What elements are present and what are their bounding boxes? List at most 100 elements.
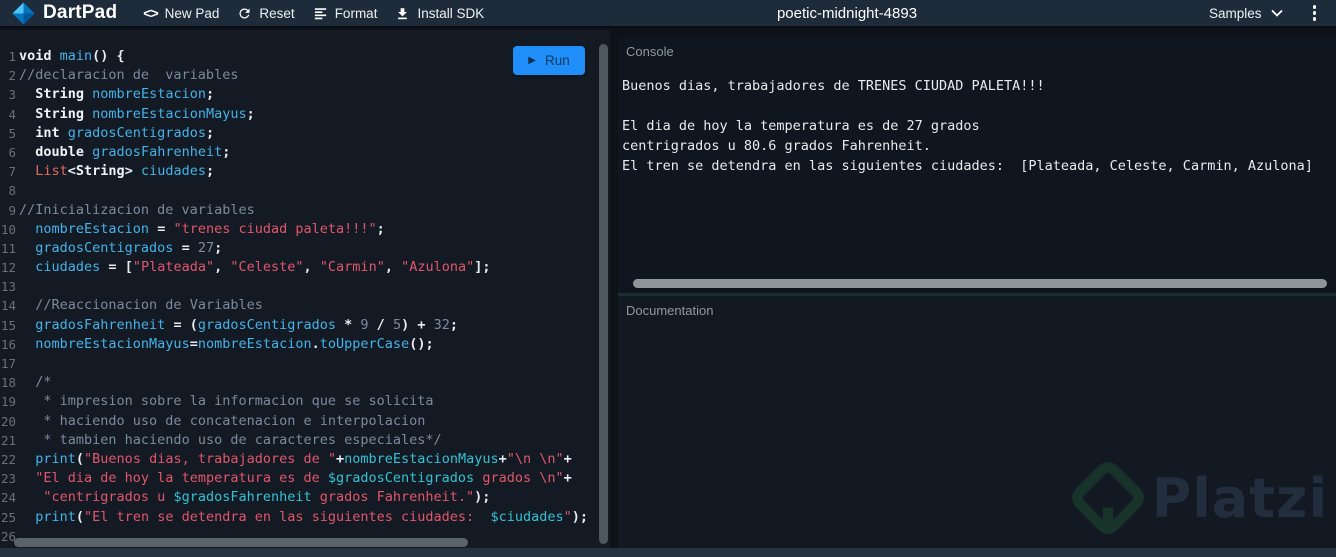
line-number: 7 bbox=[8, 164, 16, 180]
console-header: Console bbox=[626, 44, 674, 59]
line-number: 6 bbox=[8, 144, 16, 160]
kebab-dot bbox=[1312, 11, 1316, 15]
kebab-dot bbox=[1312, 5, 1316, 9]
line-number: 16 bbox=[0, 336, 16, 352]
code-text: //Reaccionacion de Variables bbox=[35, 297, 263, 314]
code-line: 23 "El dia de hoy la temperatura es de $… bbox=[0, 469, 610, 488]
format-align-icon bbox=[313, 6, 328, 21]
code-text: nombreEstacion = "trenes ciudad paleta!!… bbox=[35, 220, 385, 237]
code-line: 13 bbox=[0, 277, 610, 296]
platzi-logo-icon bbox=[1071, 462, 1144, 534]
line-number: 4 bbox=[8, 106, 16, 122]
code-line: 18 /* bbox=[0, 373, 610, 392]
code-line: 22 print("Buenos dias, trabajadores de "… bbox=[0, 450, 610, 469]
console-line: Buenos dias, trabajadores de TRENES CIUD… bbox=[622, 78, 1045, 94]
line-number: 11 bbox=[0, 240, 16, 256]
code-line: 15 gradosFahrenheit = (gradosCentigrados… bbox=[0, 316, 610, 335]
top-bar: DartPad <> New Pad Reset Format Install SDK … bbox=[0, 0, 1336, 28]
run-button[interactable]: ▶ Run bbox=[513, 46, 585, 75]
bottom-strip bbox=[0, 548, 1336, 557]
code-icon: <> bbox=[143, 5, 158, 21]
code-line: 4 String nombreEstacionMayus; bbox=[0, 105, 610, 124]
dartpad-logo-icon bbox=[12, 1, 35, 25]
line-number: 15 bbox=[0, 317, 16, 333]
line-number: 3 bbox=[8, 87, 16, 103]
code-text: String nombreEstacion; bbox=[35, 86, 215, 103]
nav-new-pad-button[interactable]: <> New Pad bbox=[143, 0, 219, 27]
nav-reset-button[interactable]: Reset bbox=[237, 0, 295, 27]
line-number: 21 bbox=[0, 432, 16, 448]
line-number: 8 bbox=[8, 183, 16, 199]
code-text: //declaracion de variables bbox=[19, 67, 239, 84]
topbar-nav: <> New Pad Reset Format Install SDK bbox=[143, 0, 502, 27]
code-line: 8 bbox=[0, 181, 610, 200]
dartpad-brand[interactable]: DartPad bbox=[12, 1, 118, 25]
line-number: 2 bbox=[8, 68, 16, 84]
code-line: 11 gradosCentigrados = 27; bbox=[0, 239, 610, 258]
line-number: 25 bbox=[0, 509, 16, 525]
code-text: * haciendo uso de concatenacion e interp… bbox=[35, 412, 426, 429]
chevron-down-icon bbox=[1270, 9, 1283, 17]
code-text: //Inicializacion de variables bbox=[19, 201, 255, 218]
nav-item-label: Format bbox=[334, 5, 378, 21]
brand-label: DartPad bbox=[43, 2, 118, 23]
line-number: 12 bbox=[0, 260, 16, 276]
line-number: 24 bbox=[0, 490, 16, 506]
overflow-menu-button[interactable] bbox=[1309, 3, 1321, 23]
console-horizontal-scrollbar[interactable] bbox=[633, 279, 1327, 288]
console-line: El tren se detendra en las siguientes ci… bbox=[622, 158, 1313, 174]
nav-install-sdk-button[interactable]: Install SDK bbox=[395, 0, 484, 27]
platzi-watermark: Platzi bbox=[1068, 458, 1328, 538]
code-text: /* bbox=[35, 374, 52, 391]
code-text: "centrigrados u $gradosFahrenheit grados… bbox=[43, 489, 491, 506]
code-line: 12 ciudades = ["Plateada", "Celeste", "C… bbox=[0, 258, 610, 277]
code-editor[interactable]: 1 void main() {2//declaracion de variable… bbox=[0, 30, 610, 557]
line-number: 17 bbox=[0, 356, 16, 371]
nav-item-label: New Pad bbox=[164, 5, 220, 21]
documentation-panel: Documentation Platzi bbox=[618, 296, 1336, 548]
code-text: String nombreEstacionMayus; bbox=[35, 105, 255, 122]
code-line: 6 double gradosFahrenheit; bbox=[0, 143, 610, 162]
code-text: int gradosCentigrados; bbox=[35, 124, 215, 141]
line-number: 23 bbox=[0, 471, 16, 487]
code-line: 21 * tambien haciendo uso de caracteres … bbox=[0, 431, 610, 450]
line-number: 18 bbox=[0, 375, 16, 391]
code-text: ciudades = ["Plateada", "Celeste", "Carm… bbox=[35, 259, 491, 276]
code-text: "El dia de hoy la temperatura es de $gra… bbox=[35, 470, 572, 487]
line-number: 9 bbox=[8, 202, 16, 218]
code-line: 16 nombreEstacionMayus=nombreEstacion.to… bbox=[0, 335, 610, 354]
editor-vertical-scrollbar[interactable] bbox=[599, 44, 608, 544]
editor-panel: 1 void main() {2//declaracion de variable… bbox=[0, 30, 610, 557]
line-number: 20 bbox=[0, 413, 16, 429]
line-number: 19 bbox=[0, 394, 16, 410]
code-line: 5 int gradosCentigrados; bbox=[0, 124, 610, 143]
code-line: 19 * impresion sobre la informacion que … bbox=[0, 392, 610, 411]
samples-label: Samples bbox=[1208, 5, 1262, 21]
code-line: 17 bbox=[0, 354, 610, 373]
line-number: 22 bbox=[0, 451, 16, 467]
line-number: 14 bbox=[0, 298, 16, 314]
code-text: void main() { bbox=[19, 48, 125, 64]
console-output: Buenos dias, trabajadores de TRENES CIUD… bbox=[618, 76, 1336, 176]
code-line: 10 nombreEstacion = "trenes ciudad palet… bbox=[0, 220, 610, 239]
console-line: El dia de hoy la temperatura es de 27 gr… bbox=[622, 118, 980, 134]
console-line: centrigrados u 80.6 grados Fahrenheit. bbox=[622, 138, 931, 154]
download-icon bbox=[395, 6, 410, 21]
topbar-right: Samples bbox=[1209, 3, 1336, 23]
code-text: * impresion sobre la informacion que se … bbox=[35, 393, 434, 410]
editor-horizontal-scrollbar[interactable] bbox=[14, 538, 468, 547]
nav-format-button[interactable]: Format bbox=[313, 0, 378, 27]
samples-dropdown[interactable]: Samples bbox=[1209, 6, 1283, 21]
code-text: * tambien haciendo uso de caracteres esp… bbox=[35, 431, 442, 448]
console-panel: Console Buenos dias, trabajadores de TRE… bbox=[618, 37, 1336, 293]
code-text: gradosCentigrados = 27; bbox=[35, 239, 223, 256]
code-text: double gradosFahrenheit; bbox=[35, 143, 231, 160]
code-line: 25 print("El tren se detendra en las sig… bbox=[0, 508, 610, 527]
code-text: print("El tren se detendra en las siguie… bbox=[35, 508, 588, 525]
code-line: 24 "centrigrados u $gradosFahrenheit gra… bbox=[0, 488, 610, 507]
line-number: 13 bbox=[0, 279, 16, 295]
code-line: 3 String nombreEstacion; bbox=[0, 85, 610, 104]
kebab-dot bbox=[1312, 17, 1316, 21]
code-line: 20 * haciendo uso de concatenacion e int… bbox=[0, 412, 610, 431]
